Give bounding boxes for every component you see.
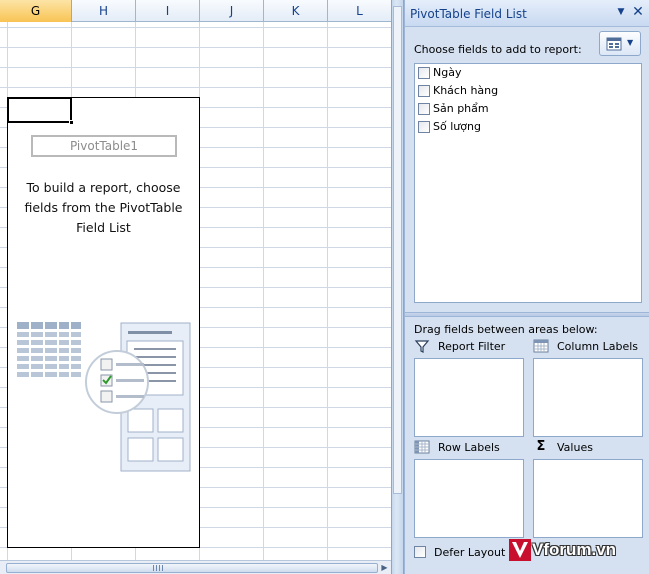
pivottable-name-label: PivotTable1 bbox=[31, 135, 177, 157]
field-item-ngay[interactable]: Ngày bbox=[418, 65, 618, 81]
defer-layout-checkbox[interactable] bbox=[414, 546, 426, 558]
horizontal-scroll-thumb[interactable] bbox=[6, 563, 378, 573]
report-filter-header: Report Filter bbox=[414, 339, 524, 355]
pane-section-divider[interactable] bbox=[405, 312, 649, 317]
field-list-box: Ngày Khách hàng Sản phẩm Số lượng bbox=[414, 63, 642, 303]
column-header-j[interactable]: J bbox=[200, 0, 264, 22]
filter-icon bbox=[414, 340, 430, 353]
column-labels-header: Column Labels bbox=[533, 339, 645, 355]
field-label: Khách hàng bbox=[433, 84, 499, 97]
field-checkbox[interactable] bbox=[418, 85, 430, 97]
field-item-san-pham[interactable]: Sản phẩm bbox=[418, 101, 618, 117]
field-item-khach-hang[interactable]: Khách hàng bbox=[418, 83, 618, 99]
row-labels-icon bbox=[414, 440, 430, 454]
pane-title: PivotTable Field List bbox=[410, 7, 527, 21]
field-checkbox[interactable] bbox=[418, 121, 430, 133]
field-label: Số lượng bbox=[433, 120, 481, 133]
row-labels-drop-area[interactable] bbox=[414, 459, 524, 538]
field-label: Ngày bbox=[433, 66, 462, 79]
fill-handle[interactable] bbox=[69, 120, 74, 125]
dropdown-arrow-icon[interactable]: ▼ bbox=[615, 6, 627, 18]
pivottable-instructions: To build a report, choose fields from th… bbox=[24, 180, 183, 235]
pane-title-bar[interactable]: PivotTable Field List ▼ ✕ bbox=[405, 0, 649, 27]
column-header-k[interactable]: K bbox=[264, 0, 328, 22]
column-labels-icon bbox=[533, 339, 549, 353]
vertical-scrollbar[interactable] bbox=[393, 6, 402, 494]
pivottable-illustration bbox=[17, 321, 191, 472]
active-cell-g[interactable] bbox=[7, 97, 72, 123]
pivottable-field-list-pane: PivotTable Field List ▼ ✕ Choose fields … bbox=[404, 0, 649, 574]
report-filter-drop-area[interactable] bbox=[414, 358, 524, 437]
column-labels-label: Column Labels bbox=[557, 340, 639, 353]
watermark-text: Vforum.vn bbox=[532, 540, 617, 559]
watermark: Vforum.vn bbox=[508, 538, 638, 562]
column-header-l[interactable]: L bbox=[328, 0, 391, 22]
values-label: Values bbox=[557, 441, 593, 454]
defer-layout-label: Defer Layout Update bbox=[434, 546, 519, 559]
column-header-g[interactable]: G bbox=[0, 0, 72, 22]
field-checkbox[interactable] bbox=[418, 67, 430, 79]
column-header-i[interactable]: I bbox=[136, 0, 200, 22]
column-header-bar: G H I J K L bbox=[0, 0, 391, 22]
scroll-right-arrow-icon[interactable]: ▶ bbox=[380, 562, 389, 573]
sigma-icon: Σ bbox=[536, 439, 546, 454]
field-checkbox[interactable] bbox=[418, 103, 430, 115]
layout-icon bbox=[606, 37, 622, 51]
pivottable-placeholder[interactable] bbox=[7, 97, 200, 548]
report-filter-label: Report Filter bbox=[438, 340, 506, 353]
close-icon[interactable]: ✕ bbox=[631, 5, 645, 19]
values-drop-area[interactable] bbox=[533, 459, 643, 538]
worksheet[interactable]: G H I J K L PivotTable1 To build a repor… bbox=[0, 0, 391, 574]
chevron-down-icon: ▼ bbox=[627, 38, 634, 47]
field-item-so-luong[interactable]: Số lượng bbox=[418, 119, 618, 135]
column-labels-drop-area[interactable] bbox=[533, 358, 643, 437]
column-header-h[interactable]: H bbox=[72, 0, 136, 22]
field-list-layout-button[interactable]: ▼ bbox=[599, 31, 641, 56]
drag-fields-label: Drag fields between areas below: bbox=[414, 323, 598, 336]
vforum-logo-icon bbox=[509, 539, 531, 561]
field-label: Sản phẩm bbox=[433, 102, 489, 115]
choose-fields-label: Choose fields to add to report: bbox=[414, 43, 582, 56]
row-labels-header: Row Labels bbox=[414, 440, 524, 456]
values-header: Σ Values bbox=[533, 440, 643, 456]
horizontal-scrollbar[interactable]: ▶ bbox=[0, 560, 391, 574]
row-labels-label: Row Labels bbox=[438, 441, 500, 454]
scroll-grip-icon bbox=[153, 565, 163, 571]
